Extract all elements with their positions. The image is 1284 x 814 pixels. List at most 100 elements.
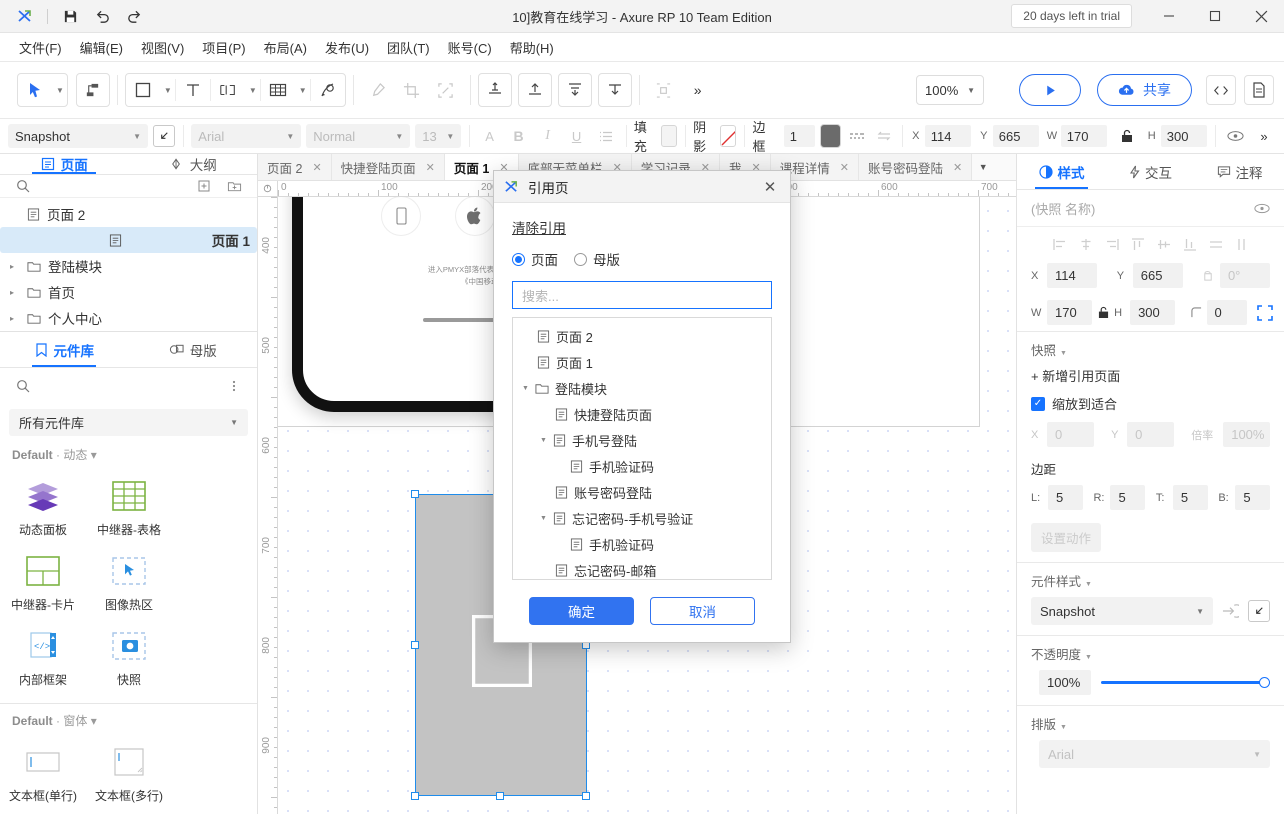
border-style-icon[interactable] bbox=[846, 124, 867, 148]
apple-login-icon[interactable] bbox=[455, 197, 495, 236]
code-view-button[interactable] bbox=[1206, 75, 1236, 105]
add-page-icon[interactable] bbox=[193, 175, 215, 197]
menu-account[interactable]: 账号(C) bbox=[439, 34, 501, 61]
undo-icon[interactable] bbox=[87, 3, 117, 29]
cancel-button[interactable]: 取消 bbox=[650, 597, 755, 625]
widget-droplist[interactable]: 下拉列表框 bbox=[0, 810, 86, 814]
fill-color-swatch[interactable] bbox=[661, 125, 677, 147]
typography-font-select[interactable]: Arial ▼ bbox=[1039, 740, 1270, 768]
zoom-select[interactable]: 100% ▼ bbox=[916, 75, 984, 105]
menu-file[interactable]: 文件(F) bbox=[10, 34, 71, 61]
expander-down-icon[interactable]: ▼ bbox=[522, 385, 529, 392]
page-tree-folder[interactable]: ▸ 登陆模块 bbox=[0, 253, 257, 279]
dialog-tree-item[interactable]: 页面 2 bbox=[513, 323, 771, 349]
page-tree-folder[interactable]: ▸ 个人中心 bbox=[0, 305, 257, 331]
widget-repeater-table[interactable]: 中继器-表格 bbox=[86, 469, 172, 544]
pen-icon[interactable] bbox=[311, 73, 345, 107]
select-tool-combo[interactable]: ▼ bbox=[17, 73, 68, 107]
dialog-tree-item[interactable]: 手机验证码 bbox=[513, 453, 771, 479]
confirm-button[interactable]: 确定 bbox=[529, 597, 634, 625]
eye-icon[interactable] bbox=[1223, 124, 1247, 148]
canvas-tab[interactable]: 页面 2 ✕ bbox=[258, 154, 332, 180]
expander-icon[interactable]: ▸ bbox=[10, 314, 20, 323]
paragraph-icon[interactable] bbox=[211, 73, 245, 107]
close-icon[interactable]: ✕ bbox=[312, 161, 321, 174]
y-input[interactable]: 665 bbox=[1133, 263, 1183, 288]
minimize-icon[interactable] bbox=[1146, 0, 1192, 33]
notes-button[interactable] bbox=[1244, 75, 1274, 105]
widget-style-section-title[interactable]: 元件样式▼ bbox=[1031, 571, 1270, 590]
resize-handle-s[interactable] bbox=[496, 792, 504, 800]
rectangle-icon[interactable] bbox=[126, 73, 160, 107]
resize-handle-sw[interactable] bbox=[411, 792, 419, 800]
axure-logo-icon[interactable] bbox=[10, 3, 40, 29]
toolbar-more-icon[interactable]: » bbox=[681, 73, 715, 107]
padding-right-input[interactable]: 5 bbox=[1110, 485, 1145, 510]
chevron-down-icon[interactable]: ▼ bbox=[296, 86, 310, 95]
connector-icon[interactable] bbox=[76, 73, 110, 107]
select-similar-icon[interactable] bbox=[1248, 600, 1270, 622]
widget-listbox[interactable]: 列表选择框 bbox=[86, 810, 172, 814]
dialog-tree-item[interactable]: 手机验证码 bbox=[513, 531, 771, 557]
offset-y-input[interactable]: 0 bbox=[1127, 422, 1174, 447]
text-icon[interactable] bbox=[176, 73, 210, 107]
widget-type-select[interactable]: Snapshot ▼ bbox=[8, 124, 148, 148]
widget-inline-frame[interactable]: </> 内部框架 bbox=[0, 619, 86, 694]
w-input[interactable]: 170 bbox=[1047, 300, 1092, 325]
font-weight-select[interactable]: Normal ▼ bbox=[306, 124, 410, 148]
close-icon[interactable] bbox=[1238, 0, 1284, 33]
tab-library[interactable]: 元件库 bbox=[0, 332, 129, 367]
padding-bottom-input[interactable]: 5 bbox=[1235, 485, 1270, 510]
border-width-input[interactable]: 1 bbox=[784, 125, 815, 147]
clear-reference-link[interactable]: 清除引用 bbox=[512, 217, 566, 237]
border-color-swatch[interactable] bbox=[820, 124, 842, 148]
close-icon[interactable]: ✕ bbox=[953, 161, 962, 174]
corner-radius-input[interactable]: 0 bbox=[1207, 300, 1247, 325]
lock-aspect-icon[interactable] bbox=[1115, 124, 1139, 148]
bring-front-icon[interactable] bbox=[518, 73, 552, 107]
add-reference-page-link[interactable]: + 新增引用页面 bbox=[1031, 366, 1270, 385]
opacity-slider[interactable] bbox=[1101, 676, 1270, 690]
padding-left-input[interactable]: 5 bbox=[1048, 485, 1083, 510]
align-group-icon[interactable] bbox=[478, 73, 512, 107]
search-icon[interactable] bbox=[12, 375, 34, 397]
page-tree-item[interactable]: ▸ 页面 2 bbox=[0, 201, 257, 227]
h-input[interactable]: 300 bbox=[1130, 300, 1175, 325]
scale-input[interactable]: 100% bbox=[1223, 422, 1270, 447]
preview-button[interactable] bbox=[1019, 74, 1081, 106]
expander-icon[interactable]: ▸ bbox=[10, 262, 20, 271]
phone-login-icon[interactable] bbox=[381, 197, 421, 236]
snapshot-section-title[interactable]: 快照▼ bbox=[1031, 340, 1270, 359]
cursor-icon[interactable] bbox=[18, 73, 52, 107]
save-icon[interactable] bbox=[55, 3, 85, 29]
search-icon[interactable] bbox=[12, 175, 34, 197]
page-tree-item-selected[interactable]: ▸ 页面 1 bbox=[0, 227, 257, 253]
widget-repeater-card[interactable]: 中继器-卡片 bbox=[0, 544, 86, 619]
shadow-none-swatch[interactable] bbox=[720, 125, 736, 147]
reference-page-dialog[interactable]: 引用页 ✕ 清除引用 页面 母版 搜索... bbox=[493, 170, 791, 643]
style-more-icon[interactable]: » bbox=[1252, 124, 1276, 148]
select-similar-icon[interactable] bbox=[153, 125, 175, 147]
widget-style-select[interactable]: Snapshot ▼ bbox=[1031, 597, 1213, 625]
expander-icon[interactable]: ▸ bbox=[10, 288, 20, 297]
dialog-tree-item[interactable]: ▼ 手机号登陆 bbox=[513, 427, 771, 453]
radio-selected-icon[interactable] bbox=[512, 253, 525, 266]
tab-interaction[interactable]: 交互 bbox=[1106, 154, 1195, 189]
close-icon[interactable]: ✕ bbox=[426, 161, 435, 174]
canvas-tab[interactable]: 快捷登陆页面 ✕ bbox=[332, 154, 445, 180]
radio-unselected-icon[interactable] bbox=[574, 253, 587, 266]
close-icon[interactable]: ✕ bbox=[840, 161, 849, 174]
library-options-icon[interactable] bbox=[223, 375, 245, 397]
add-folder-icon[interactable] bbox=[223, 175, 245, 197]
opacity-input[interactable]: 100% bbox=[1039, 670, 1091, 695]
chevron-down-icon[interactable]: ▼ bbox=[53, 86, 67, 95]
h-input[interactable]: 300 bbox=[1161, 125, 1207, 147]
share-button[interactable]: 共享 bbox=[1097, 74, 1192, 106]
tab-notes[interactable]: 注释 bbox=[1195, 154, 1284, 189]
dialog-tree-item[interactable]: ▼ 忘记密码-手机号验证 bbox=[513, 505, 771, 531]
radio-master[interactable]: 母版 bbox=[574, 249, 620, 269]
widget-snapshot[interactable]: 快照 bbox=[86, 619, 172, 694]
dialog-tree-item[interactable]: 快捷登陆页面 bbox=[513, 401, 771, 427]
padding-top-input[interactable]: 5 bbox=[1173, 485, 1208, 510]
eye-icon[interactable] bbox=[1254, 203, 1270, 214]
